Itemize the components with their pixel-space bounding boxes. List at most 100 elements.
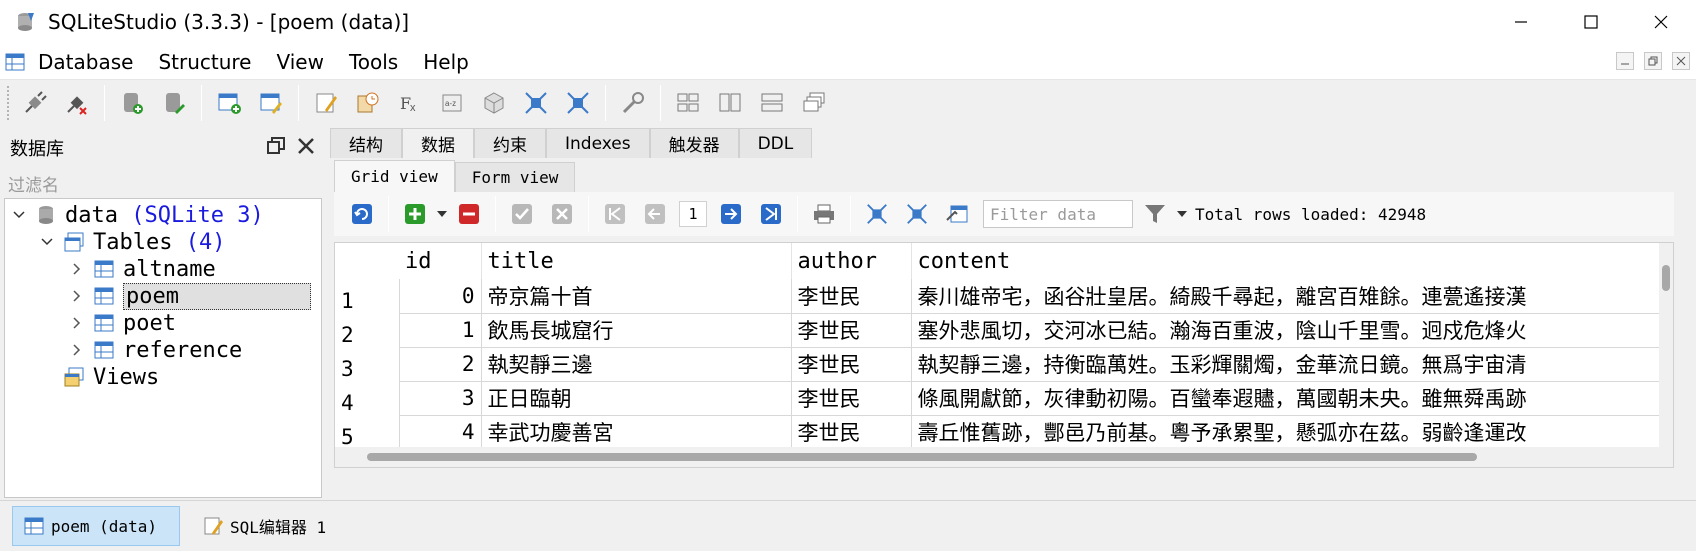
edit-table-button[interactable]: [253, 85, 289, 121]
open-sql-editor-button[interactable]: [308, 85, 344, 121]
cell-content[interactable]: 塞外悲風切，交河冰已結。瀚海百重波，陰山千里雪。迥戍危烽火: [911, 313, 1672, 348]
table-window-icon[interactable]: [4, 51, 26, 73]
menu-view[interactable]: View: [276, 50, 323, 74]
edit-database-button[interactable]: [156, 85, 192, 121]
column-header-author[interactable]: author: [791, 243, 912, 279]
cell-author[interactable]: 李世民: [791, 415, 912, 450]
tree-item-views[interactable]: Views: [63, 363, 159, 391]
rollback-button[interactable]: [546, 198, 578, 230]
tree-item-table-reference[interactable]: reference: [69, 336, 242, 364]
name-filter-input[interactable]: 过滤名: [0, 168, 322, 198]
table-row[interactable]: 3 2 執契靜三邊 李世民 執契靜三邊，持衡臨萬姓。玉彩輝關燭，金華流日鏡。無爲…: [335, 347, 1672, 382]
mdi-restore-button[interactable]: [1644, 52, 1662, 70]
row-number[interactable]: 4: [335, 381, 400, 415]
chevron-down-icon[interactable]: [1175, 207, 1189, 221]
tile-horizontal-button[interactable]: [712, 85, 748, 121]
task-sql-editor[interactable]: SQL编辑器 1: [192, 506, 336, 546]
tree-item-tables[interactable]: Tables (4): [39, 228, 225, 256]
column-header-id[interactable]: id: [399, 243, 482, 279]
next-page-button[interactable]: [715, 198, 747, 230]
extensions-button[interactable]: [476, 85, 512, 121]
ddl-history-button[interactable]: [350, 85, 386, 121]
cell-content[interactable]: 秦川雄帝宅，函谷壯皇居。綺殿千尋起，離宮百雉餘。連甍遙接漢: [911, 279, 1672, 314]
chevron-right-icon[interactable]: [69, 315, 85, 331]
delete-row-button[interactable]: [453, 198, 485, 230]
mdi-close-button[interactable]: [1672, 52, 1690, 70]
tab-triggers[interactable]: 触发器: [649, 128, 739, 158]
add-database-button[interactable]: [114, 85, 150, 121]
disconnect-db-button[interactable]: [59, 85, 95, 121]
first-page-button[interactable]: [599, 198, 631, 230]
cell-author[interactable]: 李世民: [791, 347, 912, 382]
minimize-button[interactable]: [1486, 0, 1556, 44]
menu-help[interactable]: Help: [423, 50, 469, 74]
cell-author[interactable]: 李世民: [791, 313, 912, 348]
vertical-scrollbar[interactable]: [1659, 243, 1673, 449]
column-header-content[interactable]: content: [911, 243, 1672, 279]
chevron-right-icon[interactable]: [69, 261, 85, 277]
tree-item-table-poet[interactable]: poet: [69, 309, 176, 337]
cell-id[interactable]: 0: [399, 279, 482, 314]
tree-item-table-altname[interactable]: altname: [69, 255, 216, 283]
chevron-down-icon[interactable]: [11, 207, 27, 223]
chevron-down-icon[interactable]: [39, 234, 55, 250]
collations-editor-button[interactable]: a-z: [434, 85, 470, 121]
horizontal-scroll-thumb[interactable]: [367, 453, 1477, 461]
cell-id[interactable]: 1: [399, 313, 482, 348]
cell-id[interactable]: 2: [399, 347, 482, 382]
export-button[interactable]: [560, 85, 596, 121]
tab-constraints[interactable]: 约束: [474, 128, 546, 158]
add-row-button[interactable]: [399, 198, 431, 230]
connect-db-button[interactable]: [17, 85, 53, 121]
table-row[interactable]: 2 1 飲馬長城窟行 李世民 塞外悲風切，交河冰已結。瀚海百重波，陰山千里雪。迥…: [335, 313, 1672, 348]
row-number[interactable]: 3: [335, 347, 400, 381]
mdi-minimize-button[interactable]: [1616, 52, 1634, 70]
filter-data-input[interactable]: Filter data: [983, 200, 1133, 228]
filter-mode-button[interactable]: [1139, 198, 1171, 230]
maximize-button[interactable]: [1556, 0, 1626, 44]
tab-form-view[interactable]: Form view: [454, 162, 576, 192]
table-row[interactable]: 5 4 幸武功慶善宮 李世民 壽丘惟舊跡，酆邑乃前基。粵予承累聖，懸弧亦在茲。弱…: [335, 415, 1672, 450]
tab-grid-view[interactable]: Grid view: [334, 160, 455, 192]
cell-content[interactable]: 條風開獻節，灰律動初陽。百蠻奉遐贐，萬國朝未央。雖無舜禹跡: [911, 381, 1672, 416]
functions-editor-button[interactable]: Fx: [392, 85, 428, 121]
cell-title[interactable]: 執契靜三邊: [481, 347, 792, 382]
tab-ddl[interactable]: DDL: [738, 128, 813, 158]
menu-database[interactable]: Database: [38, 50, 133, 74]
tile-windows-button[interactable]: [670, 85, 706, 121]
row-number[interactable]: 1: [335, 279, 400, 313]
populate-table-button[interactable]: [941, 198, 973, 230]
print-button[interactable]: [808, 198, 840, 230]
last-page-button[interactable]: [755, 198, 787, 230]
commit-button[interactable]: [506, 198, 538, 230]
cell-content[interactable]: 壽丘惟舊跡，酆邑乃前基。粵予承累聖，懸弧亦在茲。弱齡逢運改: [911, 415, 1672, 450]
tile-vertical-button[interactable]: [754, 85, 790, 121]
chevron-right-icon[interactable]: [69, 342, 85, 358]
cell-id[interactable]: 3: [399, 381, 482, 416]
close-window-button[interactable]: [1626, 0, 1696, 44]
cell-title[interactable]: 帝京篇十首: [481, 279, 792, 314]
row-number[interactable]: 2: [335, 313, 400, 347]
toolbar-grip[interactable]: [6, 85, 10, 121]
menu-tools[interactable]: Tools: [349, 50, 398, 74]
previous-page-button[interactable]: [639, 198, 671, 230]
horizontal-scrollbar[interactable]: [335, 447, 1673, 467]
import-button[interactable]: [518, 85, 554, 121]
float-panel-icon[interactable]: [266, 136, 286, 156]
create-table-button[interactable]: [211, 85, 247, 121]
cell-id[interactable]: 4: [399, 415, 482, 450]
tree-item-table-poem[interactable]: poem: [69, 282, 311, 310]
page-number-input[interactable]: 1: [679, 201, 707, 227]
cell-title[interactable]: 幸武功慶善宮: [481, 415, 792, 450]
close-panel-icon[interactable]: [296, 136, 316, 156]
cell-title[interactable]: 正日臨朝: [481, 381, 792, 416]
chevron-down-icon[interactable]: [435, 207, 449, 221]
menu-structure[interactable]: Structure: [158, 50, 251, 74]
cascade-windows-button[interactable]: [796, 85, 832, 121]
column-header-title[interactable]: title: [481, 243, 792, 279]
import-data-button[interactable]: [861, 198, 893, 230]
vertical-scroll-thumb[interactable]: [1662, 265, 1670, 291]
cell-title[interactable]: 飲馬長城窟行: [481, 313, 792, 348]
refresh-button[interactable]: [346, 198, 378, 230]
row-number[interactable]: 5: [335, 415, 400, 449]
